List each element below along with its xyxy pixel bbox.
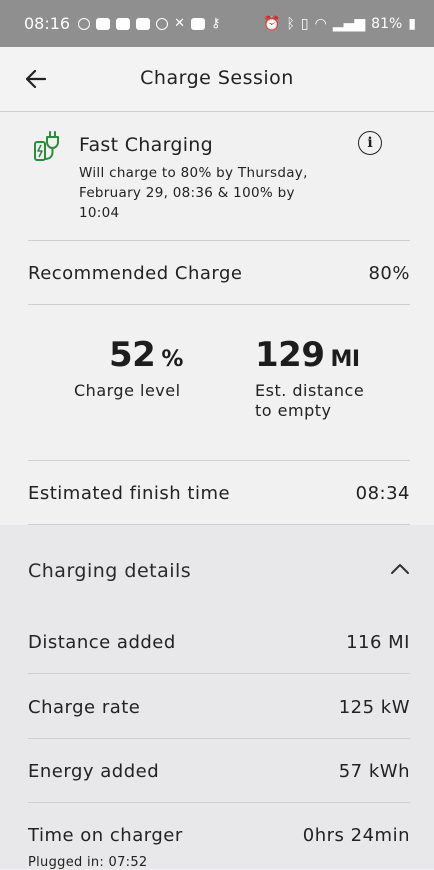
- finish-time-value: 08:34: [355, 483, 410, 504]
- plugged-in-time: Plugged in: 07:52: [28, 855, 148, 870]
- distance-value: 129: [255, 335, 325, 375]
- time-on-charger-label: Time on charger: [28, 825, 183, 846]
- vibrate-icon: ▯: [300, 15, 309, 32]
- distance-added-value: 116 MI: [346, 632, 410, 653]
- key-icon: ⚷: [211, 16, 221, 31]
- charge-level-stat: 52%: [109, 335, 183, 375]
- fast-charging-description: Will charge to 80% by Thursday, February…: [79, 165, 308, 221]
- youtube-icon-2: [116, 17, 131, 30]
- page-title: Charge Session: [140, 67, 294, 89]
- system-icons: ⏰ ᛒ ▯ ◠ ▂▄▆ 81% ▮: [263, 16, 416, 32]
- charge-rate-label: Charge rate: [28, 697, 141, 718]
- fast-charging-title: Fast Charging: [79, 134, 213, 156]
- finish-time-label: Estimated finish time: [28, 483, 231, 504]
- charge-level-unit: %: [161, 347, 183, 372]
- distance-added-label: Distance added: [28, 632, 176, 653]
- distance-label: Est. distance to empty: [255, 381, 365, 420]
- bluetooth-icon: ᛒ: [286, 15, 295, 32]
- notification-icons: ✕ ⚷: [78, 16, 221, 31]
- dnd-icon: [78, 17, 91, 30]
- charge-rate-value: 125 kW: [338, 697, 410, 718]
- youtube-icon: [96, 17, 111, 30]
- status-bar: 08:16 ✕ ⚷ ⏰ ᛒ ▯ ◠ ▂▄▆ 81% ▮: [0, 0, 434, 47]
- status-time: 08:16: [24, 14, 71, 33]
- battery-percent: 81%: [371, 15, 403, 32]
- distance-stat: 129 MI: [255, 335, 360, 375]
- wifi-icon: ◠: [314, 15, 327, 32]
- x-icon: ✕: [174, 16, 186, 31]
- battery-icon: ▮: [408, 15, 416, 32]
- time-on-charger-value: 0hrs 24min: [302, 825, 410, 846]
- charging-details-title[interactable]: Charging details: [28, 560, 191, 582]
- image-icon: [191, 17, 206, 30]
- energy-added-label: Energy added: [28, 761, 160, 782]
- app-icon: [156, 17, 169, 30]
- distance-unit: MI: [330, 347, 360, 372]
- recommended-charge-value: 80%: [368, 263, 410, 284]
- divider: [28, 304, 410, 305]
- signal-icon: ▂▄▆: [332, 15, 366, 32]
- divider: [28, 673, 410, 674]
- charge-level-value: 52: [109, 335, 156, 375]
- charge-level-label: Charge level: [74, 381, 181, 400]
- charging-plug-icon: [34, 131, 59, 161]
- app-bar: Charge Session: [0, 47, 434, 112]
- shield-app-icon: [136, 17, 151, 30]
- divider: [28, 240, 410, 241]
- divider: [28, 802, 410, 803]
- divider: [28, 460, 410, 461]
- info-icon: i: [367, 135, 373, 151]
- energy-added-value: 57 kWh: [338, 761, 410, 782]
- divider: [28, 738, 410, 739]
- chevron-up-icon[interactable]: [390, 560, 410, 576]
- info-button[interactable]: i: [358, 131, 382, 155]
- alarm-icon: ⏰: [263, 15, 281, 32]
- recommended-charge-label: Recommended Charge: [28, 263, 243, 284]
